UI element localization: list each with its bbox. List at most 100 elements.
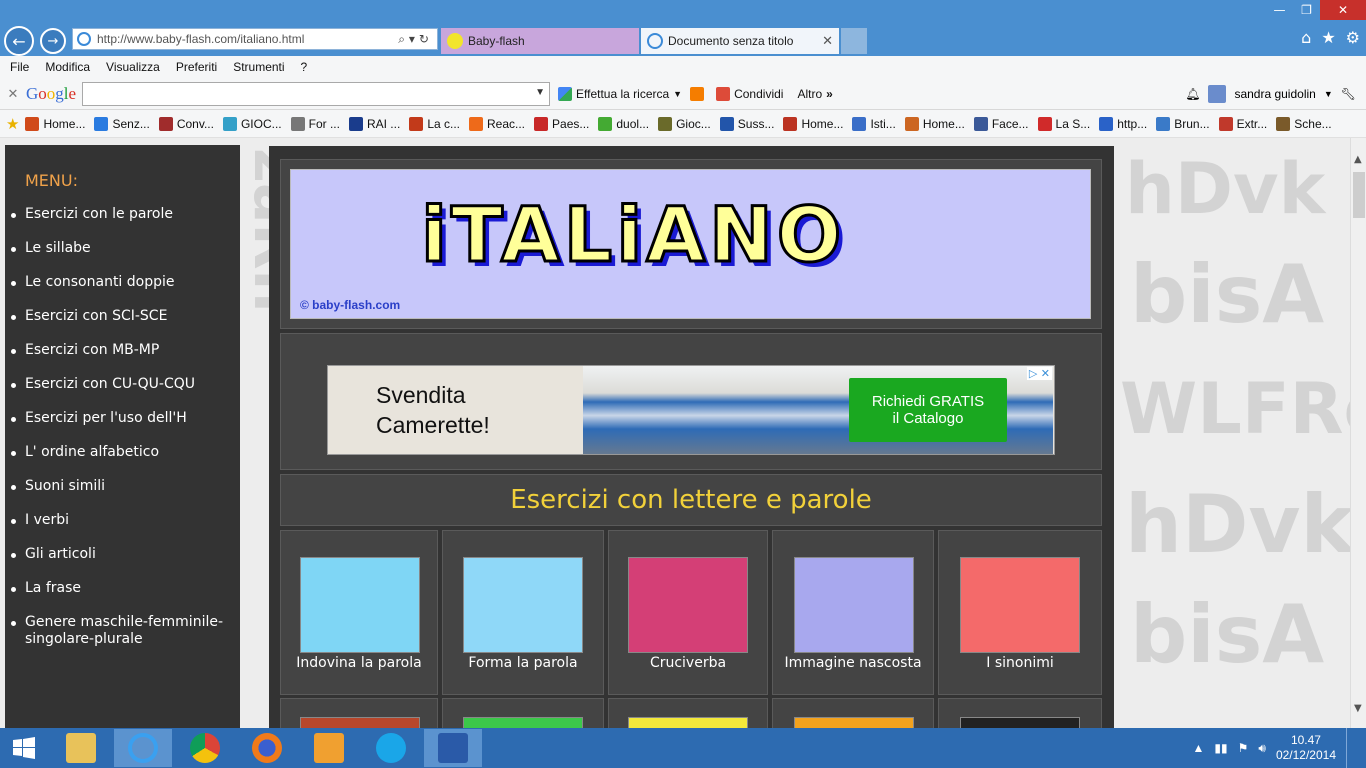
menu-strumenti[interactable]: Strumenti — [233, 60, 284, 74]
chevron-down-icon[interactable]: ▼ — [1324, 89, 1333, 99]
tray-up-arrow-icon[interactable]: ▲ — [1193, 741, 1205, 755]
menu-item-sillabe[interactable]: Le sillabe — [5, 240, 240, 274]
game-card-row2[interactable] — [442, 698, 604, 728]
ad-choices-icon[interactable]: ▷ ✕ — [1026, 367, 1052, 380]
scroll-up-icon[interactable]: ▲ — [1354, 154, 1362, 165]
favorites-star-icon[interactable]: ★ — [6, 115, 19, 133]
favorite-item[interactable]: Conv... — [158, 116, 214, 131]
wrench-icon[interactable]: 🔧︎ — [1341, 87, 1356, 101]
tab-documento[interactable]: Documento senza titolo ✕ — [641, 28, 839, 54]
favorite-item[interactable]: RAI ... — [348, 116, 400, 131]
favorite-item[interactable]: Home... — [783, 116, 843, 131]
start-button[interactable] — [0, 728, 48, 768]
address-bar[interactable]: http://www.baby-flash.com/italiano.html … — [72, 28, 438, 50]
chevron-down-icon[interactable]: ▼ — [535, 87, 545, 98]
taskbar-ie[interactable] — [114, 729, 172, 767]
menu-item-sci-sce[interactable]: Esercizi con SCI-SCE — [5, 308, 240, 342]
favorite-item[interactable]: Reac... — [469, 116, 525, 131]
taskbar-chrome[interactable] — [176, 729, 234, 767]
favorite-item[interactable]: La c... — [409, 116, 460, 131]
game-label[interactable]: Immagine nascosta — [773, 655, 933, 671]
menu-item-ordine-alfabetico[interactable]: L' ordine alfabetico — [5, 444, 240, 478]
show-desktop-button[interactable] — [1346, 728, 1356, 768]
game-card-indovina[interactable]: Indovina la parola — [280, 530, 438, 695]
favorite-item[interactable]: La S... — [1037, 116, 1090, 131]
forward-button[interactable]: → — [40, 28, 66, 54]
game-card-row2[interactable] — [772, 698, 934, 728]
clock[interactable]: 10.47 02/12/2014 — [1276, 733, 1336, 763]
menu-file[interactable]: File — [10, 60, 29, 74]
favorite-item[interactable]: Paes... — [534, 116, 589, 131]
favorite-item[interactable]: Brun... — [1156, 116, 1210, 131]
game-thumbnail[interactable] — [794, 717, 914, 728]
menu-item-consonanti-doppie[interactable]: Le consonanti doppie — [5, 274, 240, 308]
game-thumbnail[interactable] — [628, 717, 748, 728]
game-thumbnail[interactable] — [794, 557, 914, 653]
avatar[interactable] — [1208, 84, 1227, 103]
menu-modifica[interactable]: Modifica — [45, 60, 90, 74]
gear-icon[interactable]: ⚙ — [1346, 28, 1360, 47]
game-label[interactable]: Cruciverba — [609, 655, 767, 671]
page-scrollbar[interactable]: ▲ ▼ — [1350, 138, 1366, 728]
menu-item-articoli[interactable]: Gli articoli — [5, 546, 240, 580]
game-thumbnail[interactable] — [463, 557, 583, 653]
game-thumbnail[interactable] — [300, 557, 420, 653]
menu-item-mb-mp[interactable]: Esercizi con MB-MP — [5, 342, 240, 376]
favorite-item[interactable]: GIOC... — [222, 116, 282, 131]
search-refresh-icons[interactable]: ⌕▾↻ — [398, 32, 433, 47]
scrollbar-thumb[interactable] — [1353, 172, 1365, 218]
user-name[interactable]: sandra guidolin — [1234, 87, 1315, 101]
menu-item-genere[interactable]: Genere maschile-femminile-singolare-plur… — [5, 614, 240, 648]
network-icon[interactable]: ▮▮ — [1214, 741, 1227, 755]
game-thumbnail[interactable] — [300, 717, 420, 728]
favorite-item[interactable]: Face... — [973, 116, 1029, 131]
favorites-star-icon[interactable]: ★ — [1321, 28, 1335, 47]
game-label[interactable]: Forma la parola — [443, 655, 603, 671]
taskbar-firefox[interactable] — [238, 729, 296, 767]
game-thumbnail[interactable] — [960, 717, 1080, 728]
flag-icon[interactable]: ⚑ — [1238, 741, 1249, 755]
game-card-sinonimi[interactable]: I sinonimi — [938, 530, 1102, 695]
blogger-button[interactable] — [690, 86, 708, 101]
favorite-item[interactable]: For ... — [290, 116, 340, 131]
game-thumbnail[interactable] — [628, 557, 748, 653]
favorite-item[interactable]: Home... — [25, 116, 85, 131]
game-label[interactable]: Indovina la parola — [281, 655, 437, 671]
tab-baby-flash[interactable]: Baby-flash — [441, 28, 639, 54]
bell-icon[interactable]: 🔔︎ — [1185, 87, 1200, 101]
favorite-item[interactable]: http... — [1099, 116, 1147, 131]
game-card-row2[interactable] — [938, 698, 1102, 728]
taskbar-word[interactable] — [424, 729, 482, 767]
game-card-row2[interactable] — [280, 698, 438, 728]
menu-preferiti[interactable]: Preferiti — [176, 60, 217, 74]
menu-visualizza[interactable]: Visualizza — [106, 60, 160, 74]
home-icon[interactable]: ⌂ — [1301, 28, 1311, 47]
favorite-item[interactable]: Isti... — [852, 116, 896, 131]
advertisement[interactable]: Svendita Camerette! Richiedi GRATIS il C… — [327, 365, 1055, 455]
game-card-forma[interactable]: Forma la parola — [442, 530, 604, 695]
close-tab-icon[interactable]: ✕ — [822, 33, 833, 49]
favorite-item[interactable]: Suss... — [719, 116, 774, 131]
favorite-item[interactable]: duol... — [598, 116, 649, 131]
favorite-item[interactable]: Extr... — [1218, 116, 1267, 131]
game-card-immagine[interactable]: Immagine nascosta — [772, 530, 934, 695]
favorite-item[interactable]: Senz... — [94, 116, 150, 131]
taskbar-skype[interactable] — [362, 729, 420, 767]
game-thumbnail[interactable] — [960, 557, 1080, 653]
ad-catalog-button[interactable]: Richiedi GRATIS il Catalogo — [849, 378, 1007, 442]
favorite-item[interactable]: Home... — [904, 116, 965, 131]
google-search-input[interactable]: ▼ — [82, 81, 550, 106]
share-button[interactable]: Condividi — [716, 86, 783, 101]
favorite-item[interactable]: Sche... — [1276, 116, 1332, 131]
more-button[interactable]: Altro » — [797, 87, 832, 101]
scroll-down-icon[interactable]: ▼ — [1354, 703, 1362, 714]
game-label[interactable]: I sinonimi — [939, 655, 1101, 671]
menu-help[interactable]: ? — [301, 60, 308, 74]
menu-item-cu-qu-cqu[interactable]: Esercizi con CU-QU-CQU — [5, 376, 240, 410]
address-url[interactable]: http://www.baby-flash.com/italiano.html — [97, 32, 398, 46]
close-toolbar-icon[interactable]: ✕ — [0, 86, 26, 102]
minimize-button[interactable]: — — [1266, 0, 1293, 20]
taskbar-outlook[interactable] — [300, 729, 358, 767]
close-window-button[interactable]: ✕ — [1320, 0, 1366, 20]
game-card-cruciverba[interactable]: Cruciverba — [608, 530, 768, 695]
